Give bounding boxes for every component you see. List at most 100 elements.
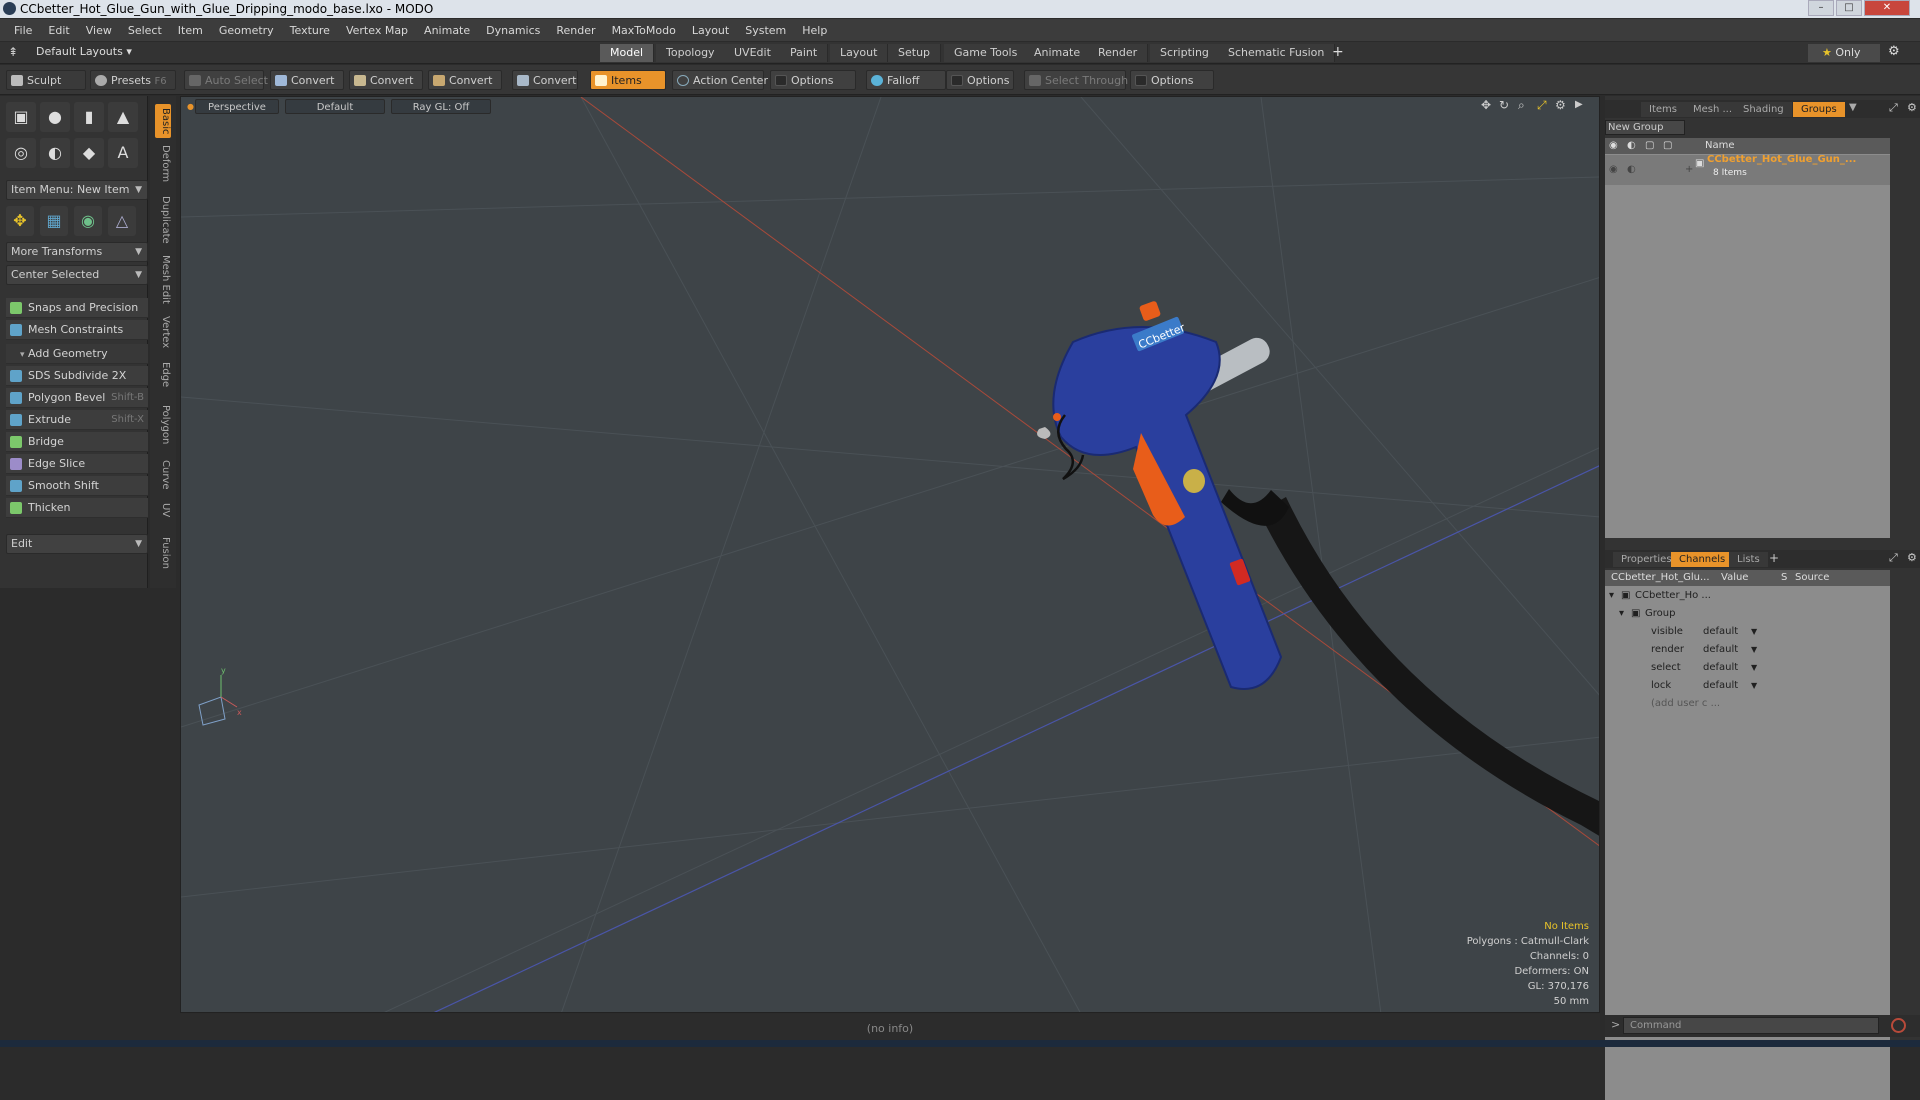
presets-button[interactable]: Presets F6 — [90, 70, 176, 90]
panel-settings-icon[interactable]: ⚙ — [1907, 551, 1917, 564]
edge-slice-button[interactable]: Edge Slice — [6, 454, 148, 474]
menu-texture[interactable]: Texture — [282, 24, 338, 37]
options-button-2[interactable]: Options — [946, 70, 1014, 90]
vtab-uv[interactable]: UV — [155, 500, 171, 520]
menu-file[interactable]: File — [6, 24, 40, 37]
select-through-button[interactable]: Select Through — [1024, 70, 1128, 90]
vtab-mesh-edit[interactable]: Mesh Edit — [155, 254, 171, 304]
new-group-button[interactable]: New Group — [1605, 120, 1685, 135]
add-user-channel-row[interactable]: (add user c ... — [1605, 695, 1890, 713]
tab-items[interactable]: Items — [1641, 102, 1685, 117]
convert-button-1[interactable]: Convert — [270, 70, 344, 90]
source-column-header[interactable]: Source — [1795, 570, 1829, 586]
only-toggle[interactable]: ★ Only — [1808, 44, 1880, 62]
tab-paint[interactable]: Paint — [780, 44, 829, 62]
tab-uvedit[interactable]: UVEdit — [724, 44, 782, 62]
polygon-bevel-button[interactable]: Polygon Bevel Shift-B — [6, 388, 148, 408]
tab-setup[interactable]: Setup — [888, 44, 942, 62]
menu-layout[interactable]: Layout — [684, 24, 737, 37]
shading-dropdown[interactable]: Default — [285, 99, 385, 114]
transform-icon[interactable]: ✥ — [6, 206, 34, 236]
tab-render[interactable]: Render — [1088, 44, 1149, 62]
vtab-deform[interactable]: Deform — [155, 144, 171, 184]
chevron-down-icon[interactable]: ▼ — [1751, 623, 1757, 641]
bridge-button[interactable]: Bridge — [6, 432, 148, 452]
vtab-curve[interactable]: Curve — [155, 458, 171, 492]
add-tab-icon[interactable]: + — [1769, 551, 1779, 565]
thicken-button[interactable]: Thicken — [6, 498, 148, 518]
maximize-viewport-icon[interactable]: ⤢ — [1537, 98, 1547, 113]
raygl-toggle[interactable]: Ray GL: Off — [391, 99, 491, 114]
channel-value-dropdown[interactable]: default — [1703, 677, 1738, 695]
add-tab-icon[interactable]: + — [1332, 44, 1344, 60]
vtab-fusion[interactable]: Fusion — [155, 534, 171, 572]
sphere-primitive-icon[interactable]: ● — [40, 102, 70, 132]
channel-row[interactable]: render default ▼ — [1605, 641, 1890, 659]
expand-icon[interactable]: ⤢ — [1889, 101, 1898, 115]
group-row[interactable]: ◉ ◐ + ▣ CCbetter_Hot_Glue_Gun_... 8 Item… — [1605, 154, 1890, 185]
record-icon[interactable] — [1891, 1018, 1906, 1033]
menu-vertex-map[interactable]: Vertex Map — [338, 24, 416, 37]
item-column-header[interactable]: CCbetter_Hot_Glu... — [1611, 570, 1710, 586]
zoom-icon[interactable]: ⌕ — [1518, 98, 1525, 113]
add-geometry-header[interactable]: ▾ Add Geometry — [6, 344, 148, 364]
menu-view[interactable]: View — [78, 24, 120, 37]
pyramid-icon[interactable]: △ — [108, 206, 136, 236]
s-column-header[interactable]: S — [1781, 570, 1787, 586]
menu-dynamics[interactable]: Dynamics — [478, 24, 548, 37]
command-input[interactable]: Command — [1623, 1017, 1879, 1034]
lock-icon[interactable]: ▢ — [1645, 138, 1654, 154]
menu-render[interactable]: Render — [548, 24, 603, 37]
tab-properties[interactable]: Properties — [1613, 552, 1680, 567]
tree-group-row[interactable]: ▾ ▣ Group — [1605, 605, 1890, 623]
convert-button-4[interactable]: Convert — [512, 70, 578, 90]
tree-root-row[interactable]: ▾ ▣ CCbetter_Ho ... — [1605, 587, 1890, 605]
vtab-edge[interactable]: Edge — [155, 360, 171, 390]
maximize-button[interactable]: □ — [1836, 0, 1862, 16]
menu-select[interactable]: Select — [120, 24, 170, 37]
vtab-basic[interactable]: Basic — [155, 104, 171, 138]
vtab-vertex[interactable]: Vertex — [155, 314, 171, 350]
render-icon[interactable]: ◐ — [1627, 161, 1636, 179]
tab-animate[interactable]: Animate — [1024, 44, 1092, 62]
expand-plus-icon[interactable]: + — [1685, 161, 1693, 179]
convert-button-3[interactable]: Convert — [428, 70, 502, 90]
tab-channels[interactable]: Channels — [1671, 552, 1734, 567]
sculpt-button[interactable]: Sculpt — [6, 70, 86, 90]
channel-row[interactable]: select default ▼ — [1605, 659, 1890, 677]
view-perspective-dropdown[interactable]: Perspective — [195, 99, 279, 114]
panel-settings-icon[interactable]: ⚙ — [1907, 101, 1917, 114]
mesh-constraints-button[interactable]: Mesh Constraints — [6, 320, 148, 340]
select-icon[interactable]: ▢ — [1663, 138, 1672, 154]
menu-help[interactable]: Help — [794, 24, 835, 37]
options-button-1[interactable]: Options — [770, 70, 856, 90]
rotate-icon[interactable]: ↻ — [1499, 98, 1509, 112]
menu-animate[interactable]: Animate — [416, 24, 478, 37]
vtab-duplicate[interactable]: Duplicate — [155, 196, 171, 244]
layout-toggle-icon[interactable]: ⇞ — [8, 45, 18, 59]
chevron-down-icon[interactable]: ▼ — [1751, 677, 1757, 695]
glue-gun-model[interactable]: CCbetter — [1037, 300, 1600, 837]
tab-lists[interactable]: Lists — [1729, 552, 1768, 567]
tab-model[interactable]: Model — [600, 44, 655, 62]
center-selected-dropdown[interactable]: Center Selected ▼ — [6, 265, 148, 285]
tab-layout[interactable]: Layout — [830, 44, 889, 62]
menu-item[interactable]: Item — [170, 24, 211, 37]
tab-topology[interactable]: Topology — [656, 44, 726, 62]
close-button[interactable]: ✕ — [1864, 0, 1910, 16]
render-icon[interactable]: ◐ — [1627, 138, 1636, 154]
groups-list[interactable]: ◉ ◐ ▢ ▢ Name ◉ ◐ + ▣ CCbetter_Hot_Glue_G… — [1605, 138, 1890, 538]
menu-system[interactable]: System — [737, 24, 794, 37]
sds-subdivide-button[interactable]: SDS Subdivide 2X — [6, 366, 148, 386]
plane-primitive-icon[interactable]: ◆ — [74, 138, 104, 168]
globe-icon[interactable]: ◉ — [74, 206, 102, 236]
expand-icon[interactable]: ⤢ — [1889, 551, 1898, 565]
minimize-button[interactable]: – — [1808, 0, 1834, 16]
torus-primitive-icon[interactable]: ◎ — [6, 138, 36, 168]
channel-value-dropdown[interactable]: default — [1703, 641, 1738, 659]
auto-select-button[interactable]: Auto Select — [184, 70, 268, 90]
3d-viewport[interactable]: CCbetter y x ● Perspective Default Ray G… — [180, 96, 1600, 1013]
tab-groups[interactable]: Groups — [1793, 102, 1845, 117]
viewport-settings-icon[interactable]: ⚙ — [1555, 98, 1566, 112]
cube-primitive-icon[interactable]: ▣ — [6, 102, 36, 132]
